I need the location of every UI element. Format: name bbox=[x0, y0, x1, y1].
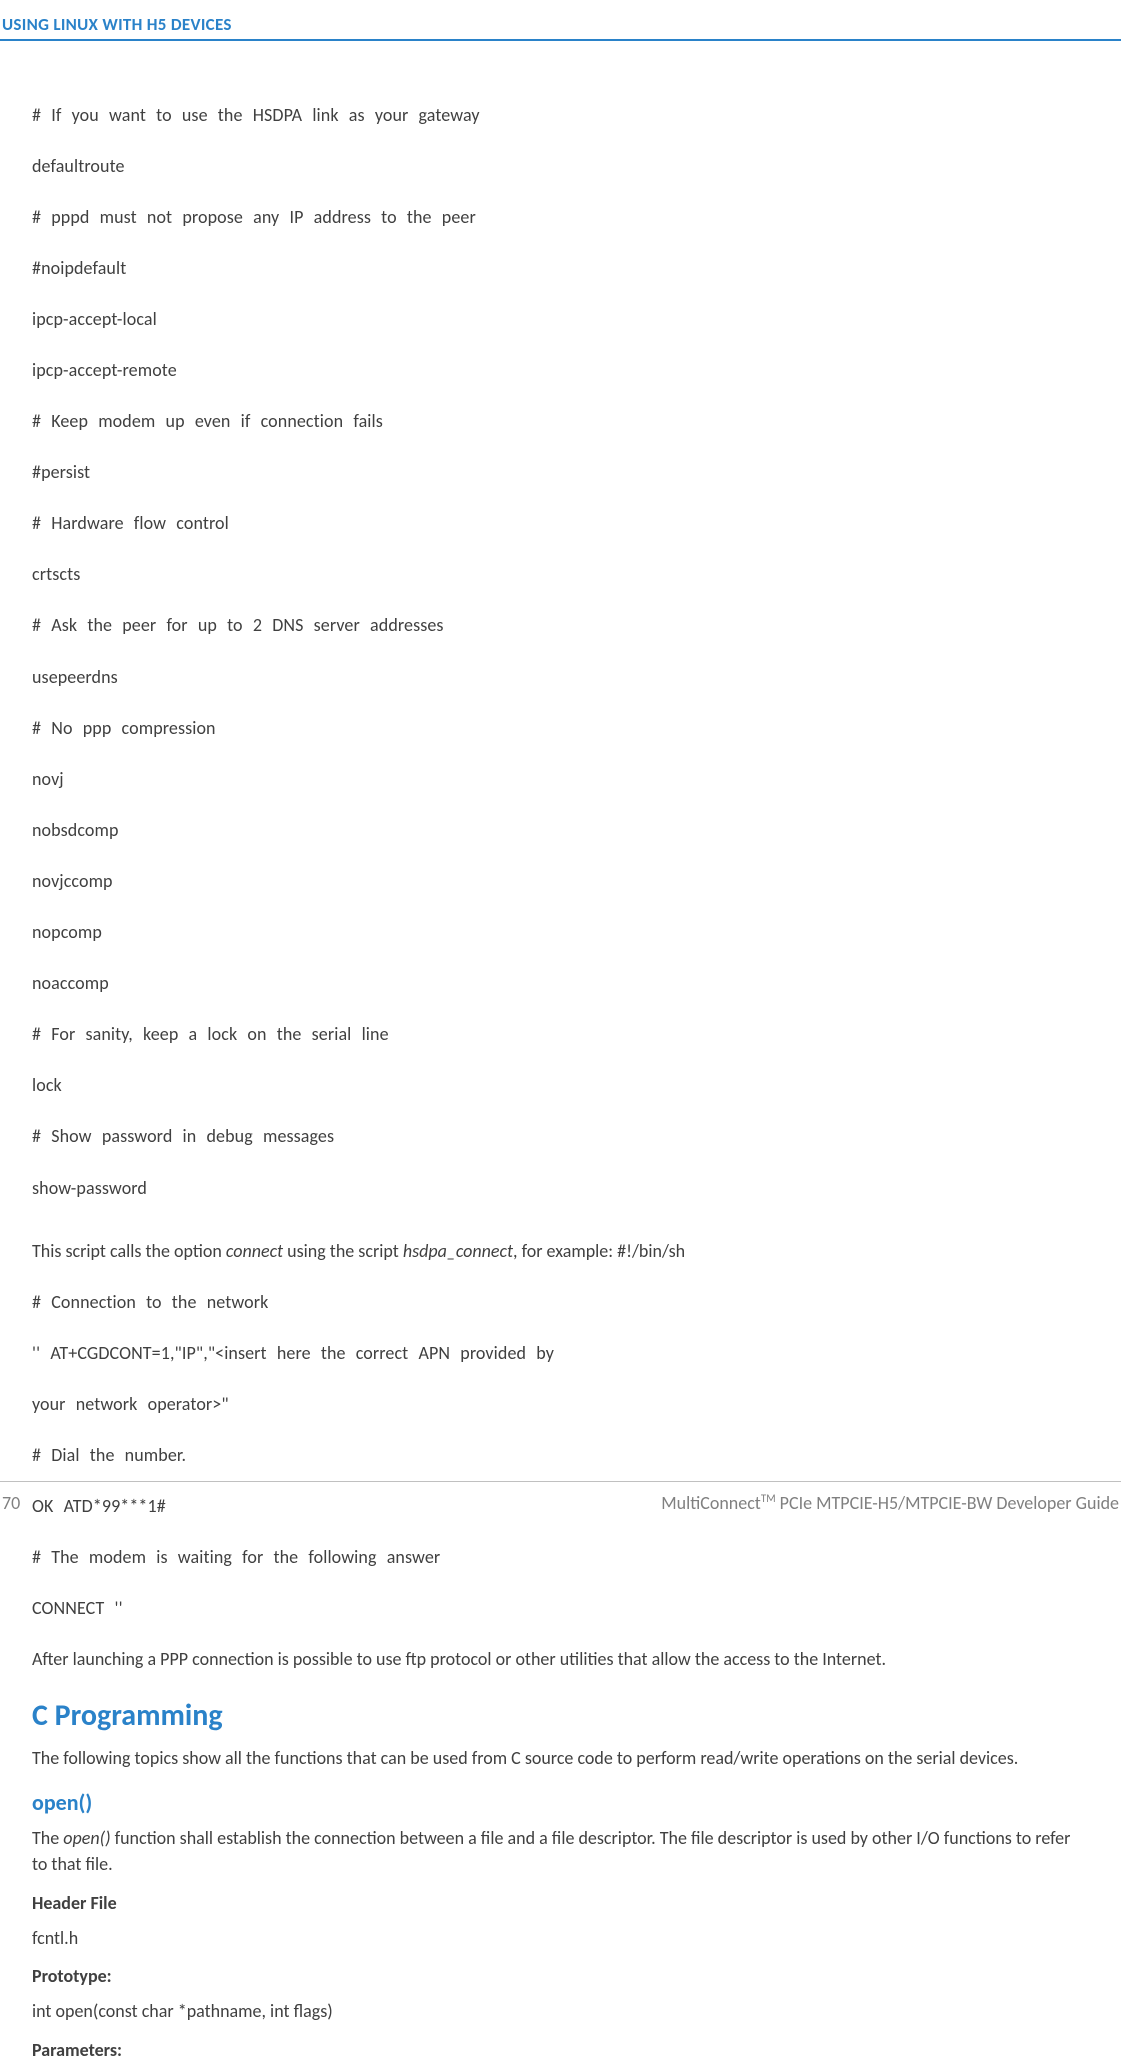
code-line: noaccomp bbox=[32, 971, 1089, 997]
code-line: your network operator>" bbox=[32, 1392, 1089, 1418]
code-block-2: # Connection to the network '' AT+CGDCON… bbox=[32, 1264, 1089, 1647]
prototype-label: Prototype: bbox=[32, 1965, 1089, 1987]
page-content: # If you want to use the HSDPA link as y… bbox=[0, 77, 1121, 2061]
code-line: # Ask the peer for up to 2 DNS server ad… bbox=[32, 613, 1089, 639]
code-line: # pppd must not propose any IP address t… bbox=[32, 205, 1089, 231]
code-line: # If you want to use the HSDPA link as y… bbox=[32, 103, 1089, 129]
italic-hsdpa: hsdpa_connect bbox=[403, 1240, 513, 1262]
parameters-label: Parameters: bbox=[32, 2039, 1089, 2061]
paragraph-script-call: This script calls the option connect usi… bbox=[32, 1239, 1089, 1265]
prototype-value: int open(const char *pathname, int flags… bbox=[32, 1999, 1089, 2025]
code-line: novjccomp bbox=[32, 869, 1089, 895]
footer-page-number: 70 bbox=[0, 1492, 20, 1514]
header-title: USING LINUX WITH H5 DEVICES bbox=[0, 14, 1121, 35]
heading-c-programming: C Programming bbox=[32, 1697, 1089, 1734]
footer-text-post: PCIe MTPCIE-H5/MTPCIE-BW Developer Guide bbox=[776, 1492, 1119, 1514]
heading-open: open() bbox=[32, 1789, 1089, 1816]
text: function shall establish the connection … bbox=[32, 1827, 1070, 1875]
footer-tm: TM bbox=[761, 1492, 776, 1505]
italic-open: open() bbox=[63, 1827, 110, 1849]
text: using the script bbox=[283, 1240, 403, 1262]
code-line: '' AT+CGDCONT=1,"IP","<insert here the c… bbox=[32, 1341, 1089, 1367]
code-line: # The modem is waiting for the following… bbox=[32, 1545, 1089, 1571]
code-line: #noipdefault bbox=[32, 256, 1089, 282]
header-file-value: fcntl.h bbox=[32, 1926, 1089, 1952]
code-line: #persist bbox=[32, 460, 1089, 486]
code-line: # Keep modem up even if connection fails bbox=[32, 409, 1089, 435]
code-line: # Hardware flow control bbox=[32, 511, 1089, 537]
code-line: defaultroute bbox=[32, 154, 1089, 180]
code-line: novj bbox=[32, 767, 1089, 793]
page-header: USING LINUX WITH H5 DEVICES bbox=[0, 0, 1121, 41]
code-line: # Connection to the network bbox=[32, 1290, 1089, 1316]
code-line: # Show password in debug messages bbox=[32, 1124, 1089, 1150]
code-line: nobsdcomp bbox=[32, 818, 1089, 844]
page-footer: 70 MultiConnectTM PCIe MTPCIE-H5/MTPCIE-… bbox=[0, 1481, 1121, 1514]
code-line: # No ppp compression bbox=[32, 716, 1089, 742]
code-line: # For sanity, keep a lock on the serial … bbox=[32, 1022, 1089, 1048]
code-line: usepeerdns bbox=[32, 665, 1089, 691]
paragraph-ppp: After launching a PPP connection is poss… bbox=[32, 1647, 1089, 1673]
text: , for example: #!/bin/sh bbox=[513, 1240, 685, 1262]
open-body: The open() function shall establish the … bbox=[32, 1826, 1089, 1877]
code-line: lock bbox=[32, 1073, 1089, 1099]
footer-text-pre: MultiConnect bbox=[661, 1492, 761, 1514]
code-line: ipcp-accept-local bbox=[32, 307, 1089, 333]
footer-doc-title: MultiConnectTM PCIe MTPCIE-H5/MTPCIE-BW … bbox=[661, 1492, 1121, 1514]
italic-connect: connect bbox=[226, 1240, 283, 1262]
code-block-1: # If you want to use the HSDPA link as y… bbox=[32, 77, 1089, 1227]
code-line: # Dial the number. bbox=[32, 1443, 1089, 1469]
code-line: crtscts bbox=[32, 562, 1089, 588]
c-programming-body: The following topics show all the functi… bbox=[32, 1746, 1089, 1772]
code-line: show-password bbox=[32, 1176, 1089, 1202]
header-file-label: Header File bbox=[32, 1892, 1089, 1914]
text: The bbox=[32, 1827, 63, 1849]
code-line: nopcomp bbox=[32, 920, 1089, 946]
code-line: ipcp-accept-remote bbox=[32, 358, 1089, 384]
text: This script calls the option bbox=[32, 1240, 226, 1262]
code-line: CONNECT '' bbox=[32, 1596, 1089, 1622]
